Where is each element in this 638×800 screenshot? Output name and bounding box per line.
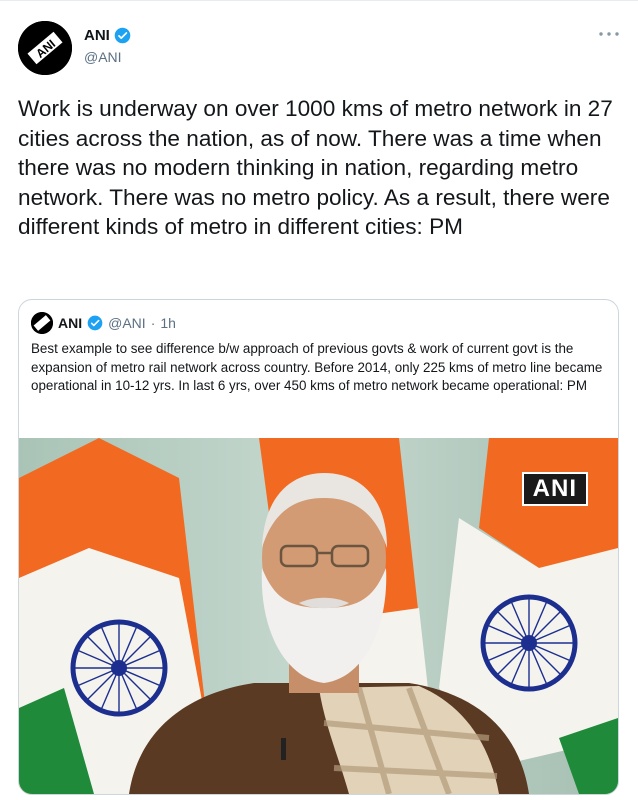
- ani-logo-icon: [31, 312, 53, 334]
- quoted-time: 1h: [160, 315, 176, 331]
- author-name[interactable]: ANI: [84, 27, 110, 44]
- quoted-author-handle: @ANI: [108, 315, 146, 331]
- verified-badge-icon: [87, 315, 103, 331]
- quoted-author-row: ANI @ANI · 1h: [31, 312, 176, 334]
- verified-badge-icon: [114, 27, 131, 44]
- tweet-text: Work is underway on over 1000 kms of met…: [18, 96, 613, 239]
- quoted-media-image[interactable]: ANI: [19, 438, 618, 794]
- quoted-author-name: ANI: [58, 315, 83, 331]
- ani-avatar[interactable]: ANI: [18, 21, 72, 75]
- quoted-text: Best example to see difference b/w appro…: [31, 341, 603, 393]
- author-row: ANI: [84, 27, 131, 44]
- ani-logo-icon: ANI: [18, 21, 72, 75]
- ani-watermark: ANI: [521, 472, 588, 506]
- quoted-tweet[interactable]: ANI @ANI · 1h Best example to see differ…: [18, 299, 619, 795]
- author-handle[interactable]: @ANI: [84, 49, 122, 65]
- quoted-avatar: [31, 312, 53, 334]
- tweet-card[interactable]: ANI ANI @ANI Work is underway on over 10…: [0, 0, 638, 800]
- quoted-separator: ·: [150, 315, 156, 331]
- more-options-icon[interactable]: [598, 25, 620, 43]
